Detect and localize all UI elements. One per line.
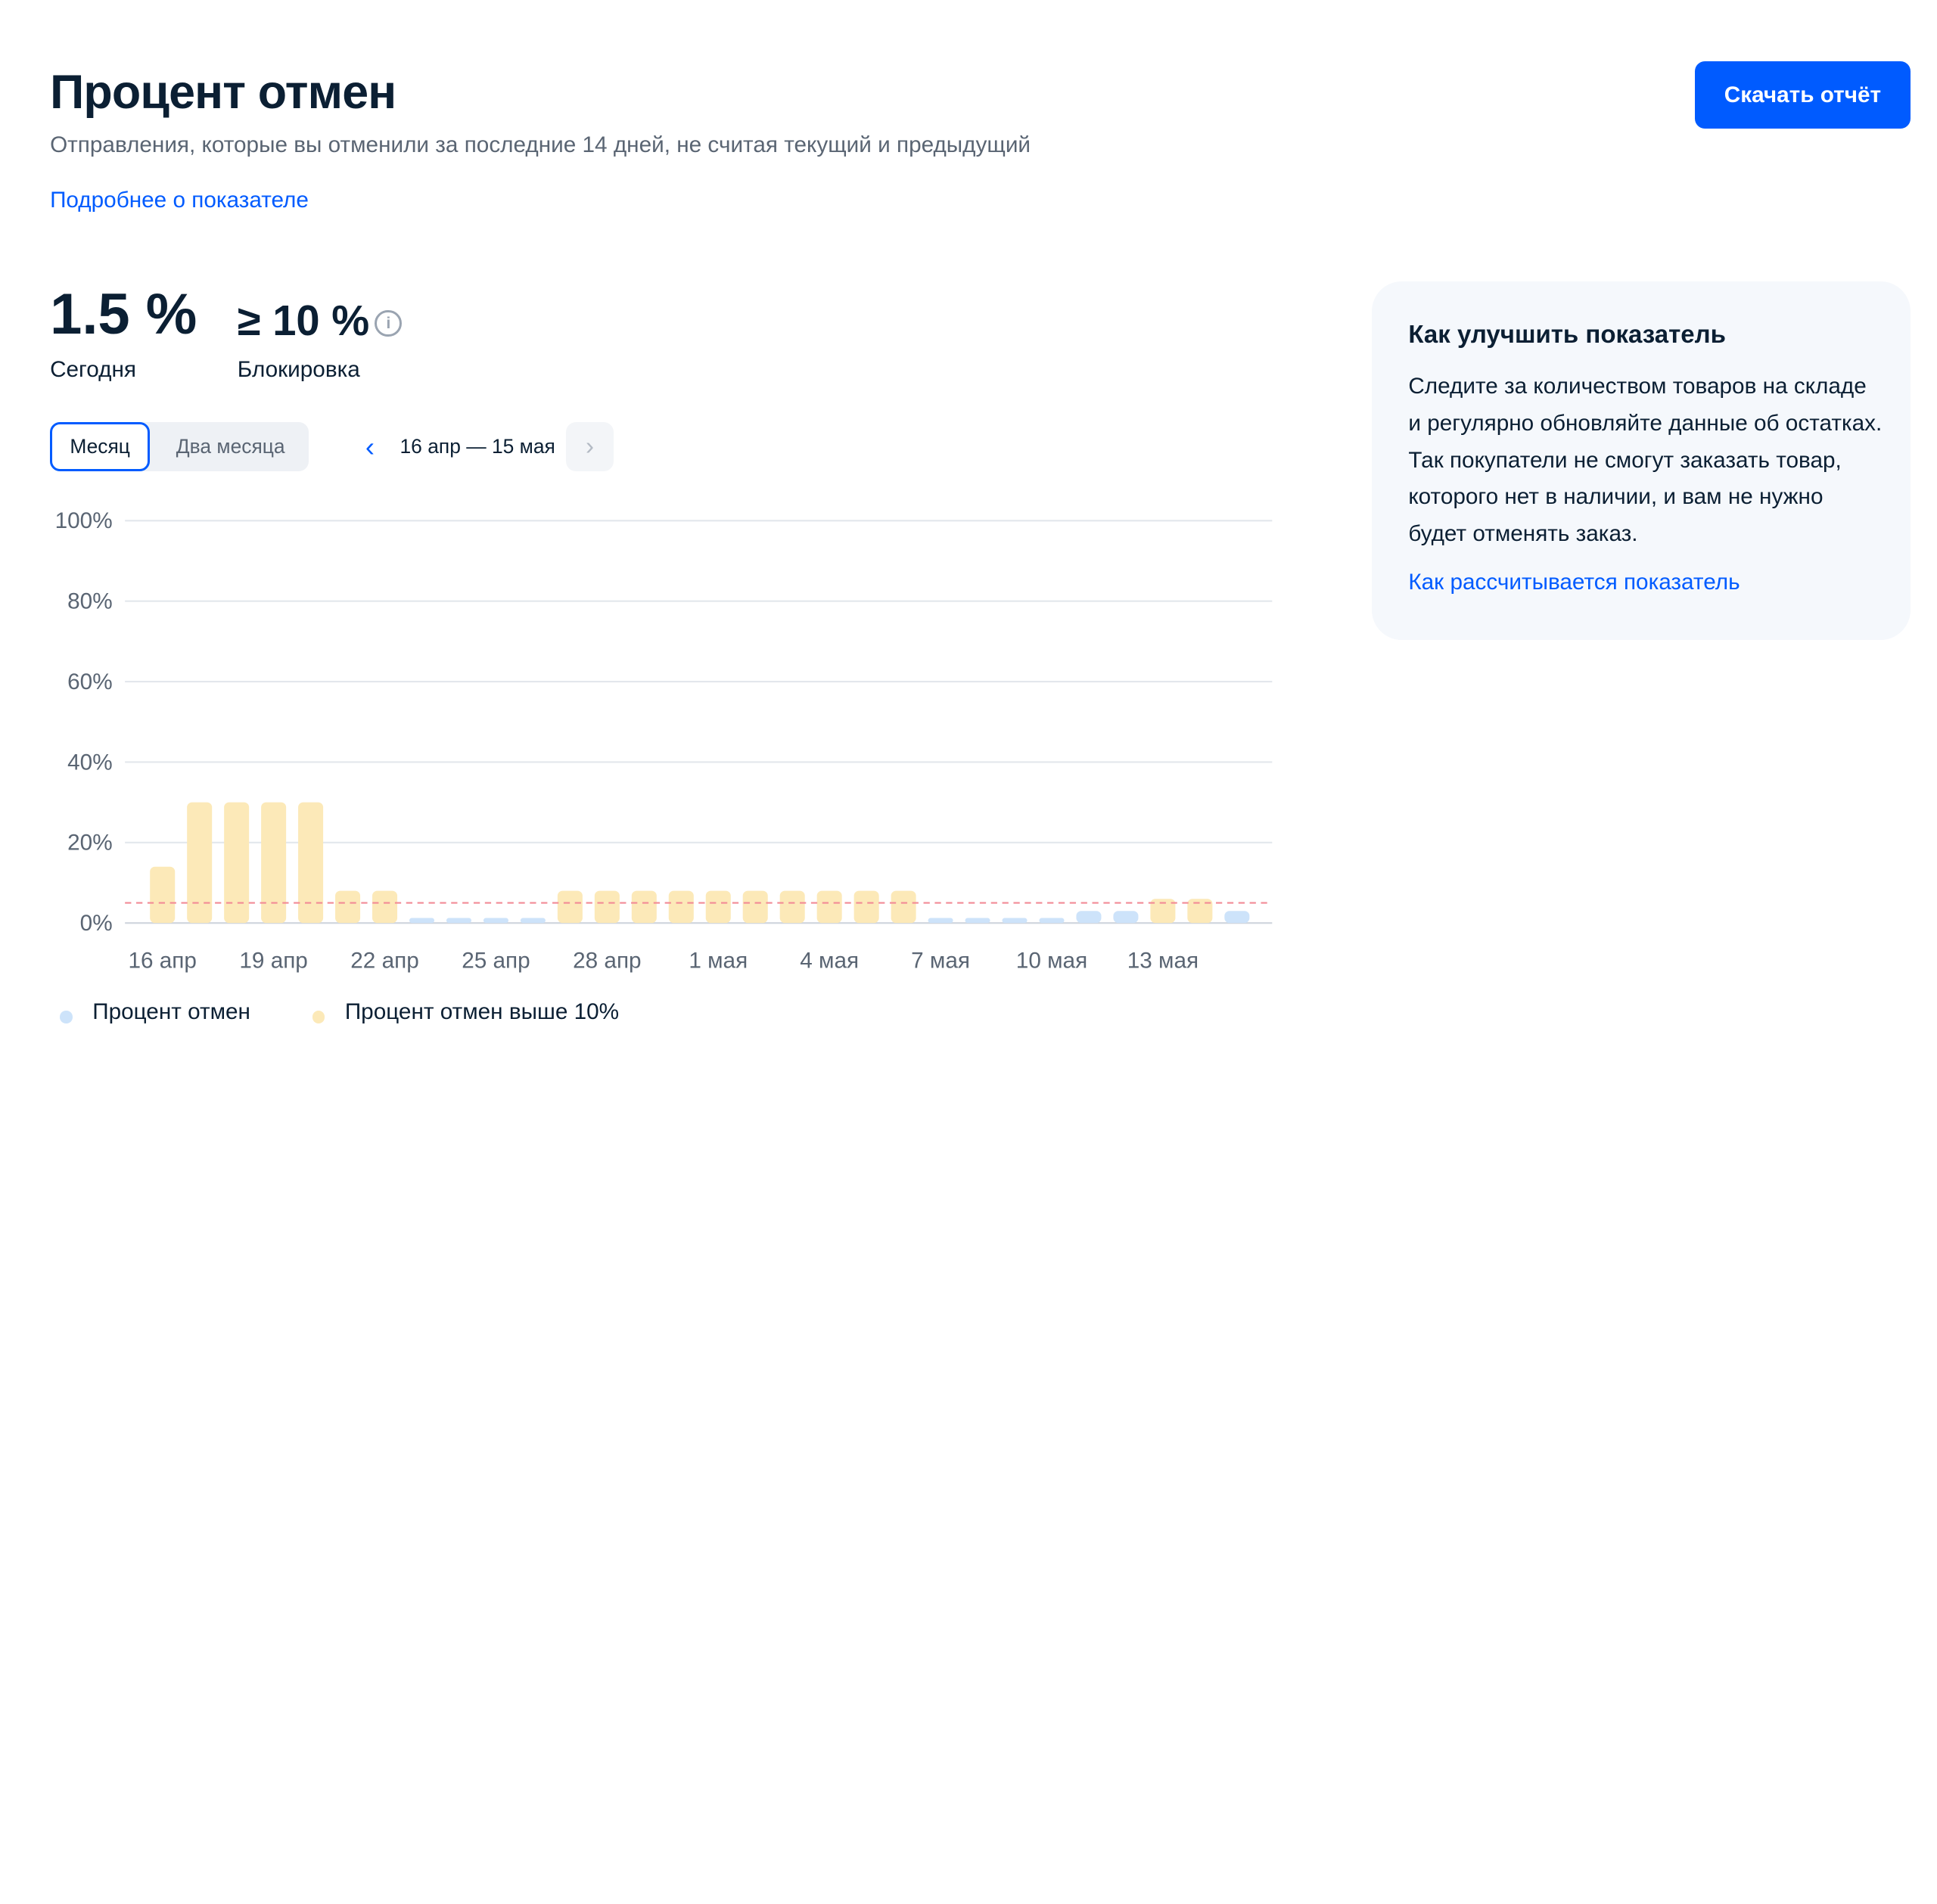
x-tick-label: 16 апр: [128, 949, 196, 974]
chart-bar: [965, 918, 990, 924]
page-subtitle: Отправления, которые вы отменили за посл…: [50, 132, 1031, 158]
chart-bar: [298, 802, 324, 924]
period-month-button[interactable]: Месяц: [50, 422, 151, 471]
calculation-link[interactable]: Как рассчитывается показатель: [1408, 570, 1740, 595]
more-about-metric-link[interactable]: Подробнее о показателе: [50, 188, 309, 213]
chart-bar: [742, 890, 768, 924]
legend-dot-yellow: [312, 1011, 325, 1023]
x-tick-label: 28 апр: [573, 949, 641, 974]
chart-bar: [891, 890, 916, 924]
x-tick-label: 10 мая: [1016, 949, 1087, 974]
chevron-right-icon[interactable]: ›: [566, 422, 614, 471]
y-tick-label: 80%: [67, 589, 112, 614]
legend-label-cancellation: Процент отмен: [92, 999, 250, 1025]
tips-title: Как улучшить показатель: [1408, 319, 1726, 348]
chart-bar: [1224, 911, 1250, 924]
cancellation-chart: 0% 20% 40% 60% 80% 100% 16 апр 19 апр 22 апр 25 …: [55, 509, 1273, 974]
x-tick-label: 1 мая: [689, 949, 748, 974]
chart-bar: [520, 918, 546, 924]
period-toggle: Месяц Два месяца: [50, 422, 309, 471]
chart-bar: [853, 890, 879, 924]
chart-bar: [816, 890, 842, 924]
x-tick-label: 19 апр: [239, 949, 307, 974]
metric-today-label: Сегодня: [50, 357, 136, 383]
page-title: Процент отмен: [50, 65, 396, 119]
chart-y-axis: 0% 20% 40% 60% 80% 100%: [55, 509, 113, 936]
y-tick-label: 20%: [67, 831, 112, 856]
chart-bar: [446, 918, 471, 924]
chart-bar: [705, 890, 731, 924]
chart-bar: [557, 890, 583, 924]
y-tick-label: 100%: [55, 509, 113, 534]
legend-dot-blue: [60, 1011, 73, 1023]
chart-bar: [1039, 918, 1065, 924]
chart-bar: [372, 890, 398, 924]
chart-bar: [1002, 918, 1028, 924]
chart-bar: [928, 918, 953, 924]
chart-bar: [1076, 911, 1102, 924]
chart-x-axis: 16 апр 19 апр 22 апр 25 апр 28 апр 1 мая 4 мая…: [128, 949, 1199, 974]
chart-bar: [335, 890, 361, 924]
y-tick-label: 40%: [67, 750, 112, 775]
x-tick-label: 13 мая: [1127, 949, 1199, 974]
x-tick-label: 22 апр: [350, 949, 418, 974]
tips-text: Следите за количеством товаров на складе…: [1408, 374, 1883, 547]
chart-grid: [125, 520, 1273, 924]
date-range-label: 16 апр — 15 мая: [400, 434, 555, 458]
chart-bar: [224, 802, 250, 924]
metric-block: ≥ 10 % Блокировка: [238, 282, 369, 383]
chart-bar: [187, 802, 213, 924]
legend-label-above-threshold: Процент отмен выше 10%: [344, 999, 620, 1025]
period-two-months-button[interactable]: Два месяца: [152, 422, 308, 471]
chart-bar: [779, 890, 805, 924]
info-icon[interactable]: i: [375, 309, 403, 337]
y-tick-label: 60%: [67, 669, 112, 694]
chart-bar: [150, 867, 176, 924]
chart-bar: [409, 918, 435, 924]
chart-bar: [668, 890, 694, 924]
metric-today-value: 1.5 %: [50, 282, 197, 347]
download-report-button[interactable]: Скачать отчёт: [1694, 61, 1911, 129]
metric-block-label: Блокировка: [237, 357, 360, 383]
metric-block-value: ≥ 10 %: [237, 297, 370, 345]
chart-bar: [1113, 911, 1139, 924]
page: Процент отмен Отправления, которые вы от…: [0, 0, 1937, 1904]
metric-today: 1.5 % Сегодня: [50, 282, 197, 383]
chart-bar: [261, 802, 287, 924]
y-tick-label: 0%: [80, 911, 113, 936]
x-tick-label: 7 мая: [911, 949, 970, 974]
chevron-left-icon[interactable]: ‹: [353, 427, 387, 467]
chart-bars: [150, 802, 1250, 924]
chart-bar: [631, 890, 657, 924]
x-tick-label: 4 мая: [800, 949, 859, 974]
chart-bar: [594, 890, 620, 924]
chart-bar: [483, 918, 508, 924]
tips-card: Как улучшить показатель Следите за колич…: [1372, 281, 1911, 640]
x-tick-label: 25 апр: [462, 949, 530, 974]
